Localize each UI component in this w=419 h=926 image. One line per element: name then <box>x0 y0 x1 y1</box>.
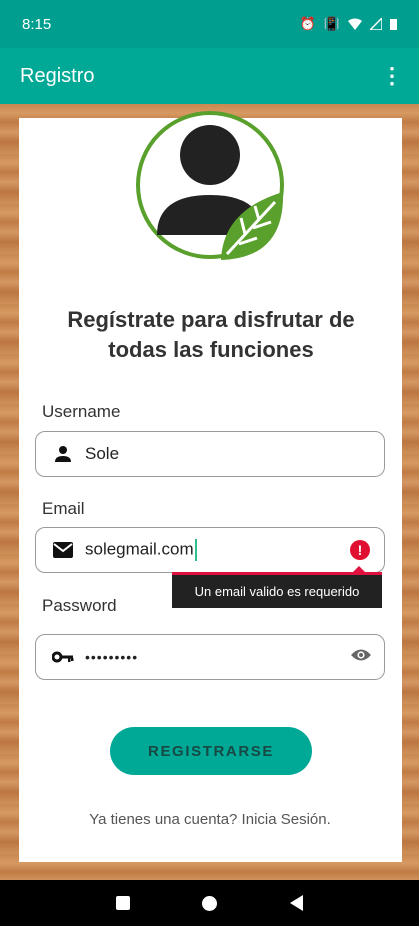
page-title: Registro <box>20 64 95 87</box>
status-bar: 8:15 ⏰ 📳 <box>0 0 419 48</box>
more-vert-icon[interactable]: ⋮ <box>381 65 403 87</box>
back-button[interactable] <box>289 895 303 911</box>
status-time: 8:15 <box>22 15 52 33</box>
user-leaf-logo <box>136 111 284 260</box>
username-label: Username <box>42 402 121 421</box>
error-icon[interactable]: ! <box>350 540 370 560</box>
username-value: Sole <box>85 444 120 463</box>
battery-icon <box>390 19 397 30</box>
app-bar: Registro ⋮ <box>0 48 419 104</box>
status-icons: ⏰ 📳 <box>300 16 397 32</box>
register-button[interactable]: REGISTRARSE <box>110 727 312 775</box>
password-label: Password <box>42 596 117 615</box>
password-field[interactable]: ••••••••• <box>35 634 385 680</box>
signal-icon <box>370 18 382 30</box>
home-button[interactable] <box>202 895 218 911</box>
email-error-tooltip: Un email valido es requerido <box>172 572 382 608</box>
visibility-icon[interactable] <box>350 647 372 668</box>
email-value: solegmail.com <box>85 539 197 561</box>
alarm-icon: ⏰ <box>299 16 316 31</box>
wifi-icon <box>348 18 362 30</box>
headline: Regístrate para disfrutar de todas las f… <box>67 307 355 362</box>
email-field[interactable]: solegmail.com ! <box>35 527 385 573</box>
system-nav-bar <box>0 880 419 926</box>
password-value: ••••••••• <box>85 649 139 665</box>
email-icon <box>52 539 74 561</box>
vibrate-icon: 📳 <box>323 16 340 31</box>
email-text: solegmail.com <box>85 539 194 559</box>
email-label: Email <box>42 499 85 518</box>
text-cursor <box>194 539 197 561</box>
login-link[interactable]: Ya tienes una cuenta? Inicia Sesión. <box>40 811 380 828</box>
person-icon <box>52 443 74 465</box>
username-field[interactable]: Sole <box>35 431 385 477</box>
recents-button[interactable] <box>116 896 131 910</box>
key-icon <box>52 646 74 668</box>
